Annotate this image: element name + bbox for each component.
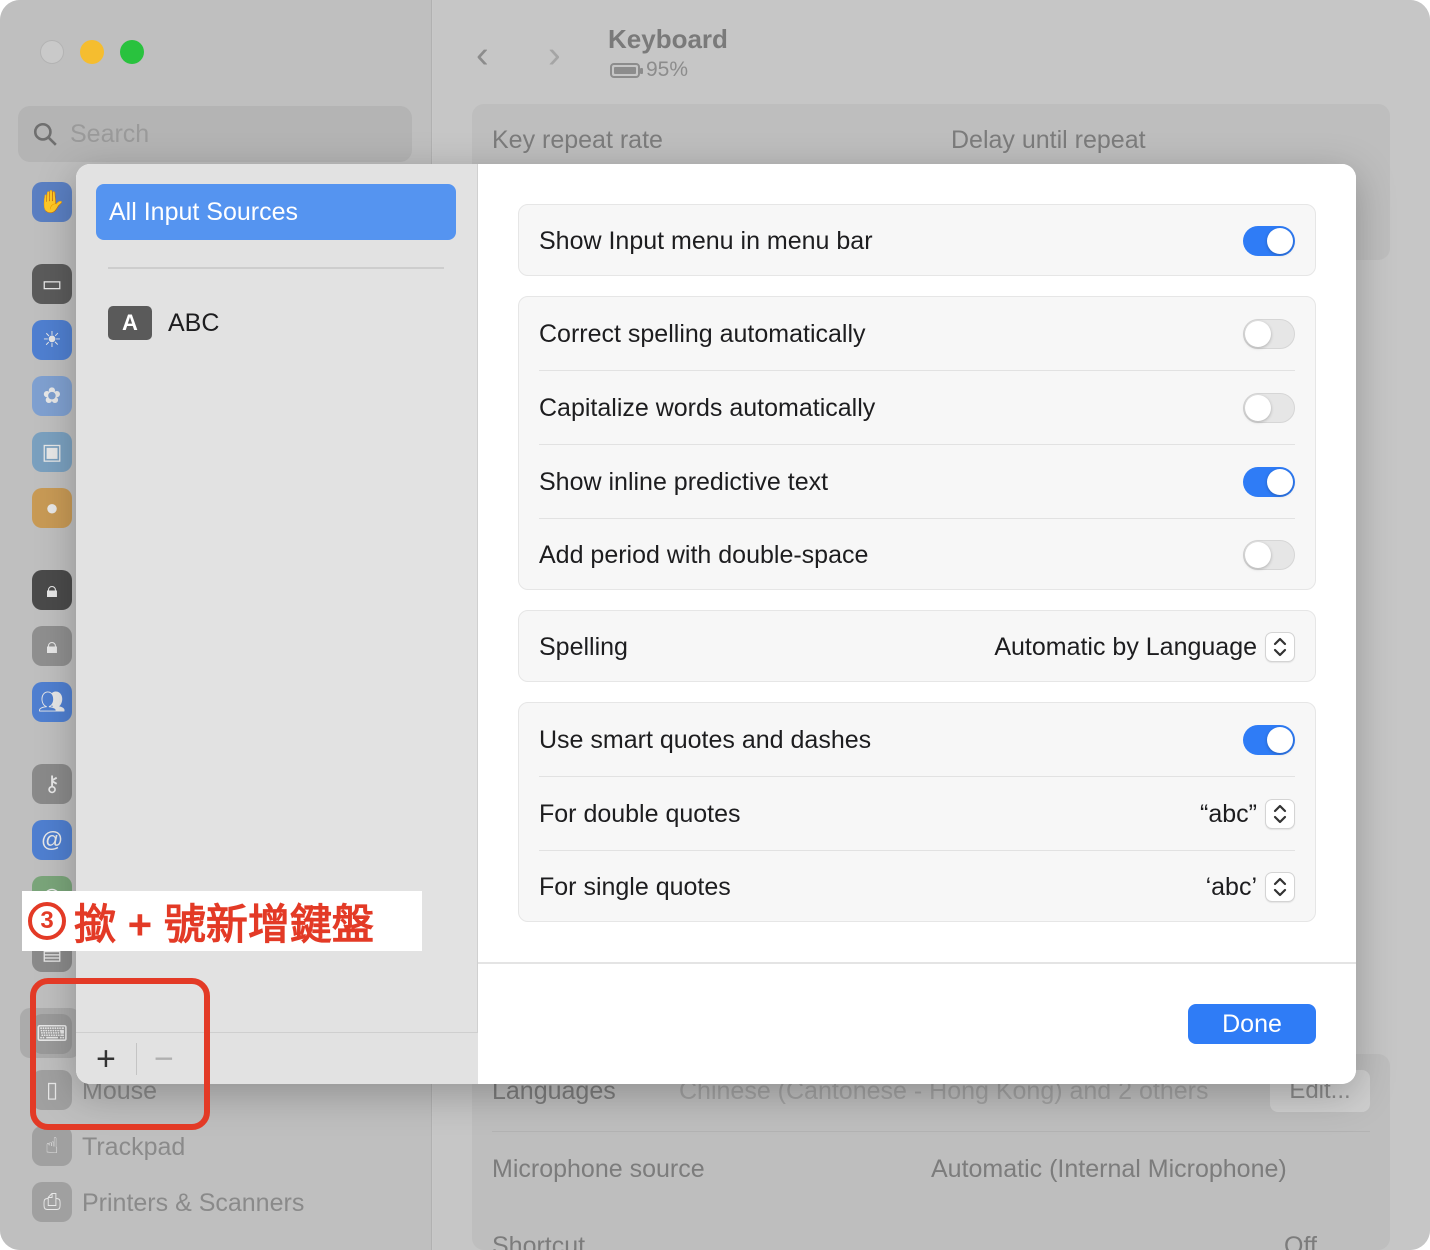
double-quotes-value: “abc” bbox=[1200, 799, 1257, 828]
spelling-label: Spelling bbox=[539, 632, 628, 661]
all-input-sources-item[interactable]: All Input Sources bbox=[96, 184, 456, 240]
correct-spelling-row: Correct spelling automatically bbox=[539, 297, 1295, 371]
inline-predictive-label: Show inline predictive text bbox=[539, 467, 829, 496]
close-window-button[interactable] bbox=[40, 40, 64, 64]
battery-percent: 95% bbox=[646, 58, 689, 81]
internet-accounts-icon[interactable]: @ bbox=[32, 820, 72, 860]
battery-status: 95% bbox=[610, 58, 688, 82]
add-period-toggle[interactable] bbox=[1243, 540, 1295, 570]
divider bbox=[492, 1131, 1370, 1132]
shortcut-label: Shortcut bbox=[492, 1232, 586, 1250]
microphone-source-label: Microphone source bbox=[492, 1155, 705, 1183]
single-quotes-value: ‘abc’ bbox=[1205, 872, 1257, 901]
add-period-label: Add period with double-space bbox=[539, 540, 869, 569]
privacy-icon[interactable]: 🔒︎ bbox=[32, 626, 72, 666]
delay-until-repeat-label: Delay until repeat bbox=[951, 126, 1146, 154]
input-source-abc[interactable]: A ABC bbox=[108, 306, 219, 340]
maximize-window-button[interactable] bbox=[120, 40, 144, 64]
divider bbox=[478, 962, 1356, 964]
annotation-label: 3 撳 + 號新增鍵盤 bbox=[22, 891, 422, 951]
done-button[interactable]: Done bbox=[1188, 1004, 1316, 1044]
shortcut-value[interactable]: Off bbox=[1284, 1232, 1317, 1250]
display-icon[interactable]: ▭ bbox=[32, 264, 72, 304]
smart-quotes-label: Use smart quotes and dashes bbox=[539, 725, 872, 754]
spelling-popup[interactable]: Automatic by Language bbox=[994, 632, 1295, 662]
brightness-icon[interactable]: ☀ bbox=[32, 320, 72, 360]
forward-arrow-icon[interactable]: › bbox=[548, 34, 561, 77]
chevron-up-down-icon bbox=[1265, 632, 1295, 662]
system-settings-window: Search ✋ ▭ ☀ ✿ ▣ ● 🔒︎ 🔒︎ 👥︎ ⚷ @ ◉ ▤ ⌨ ▯ … bbox=[0, 0, 1430, 1250]
step-number-badge: 3 bbox=[28, 902, 66, 940]
smart-quotes-toggle[interactable] bbox=[1243, 725, 1295, 755]
screensaver-icon[interactable]: ✿ bbox=[32, 376, 72, 416]
search-input[interactable]: Search bbox=[18, 106, 412, 162]
printer-icon: ⎙ bbox=[32, 1182, 72, 1222]
double-quotes-popup[interactable]: “abc” bbox=[1200, 799, 1295, 829]
inline-predictive-toggle[interactable] bbox=[1243, 467, 1295, 497]
lock-screen-icon[interactable]: 🔒︎ bbox=[32, 570, 72, 610]
search-icon bbox=[33, 122, 57, 146]
capitalize-words-label: Capitalize words automatically bbox=[539, 393, 876, 422]
capitalize-words-row: Capitalize words automatically bbox=[539, 371, 1295, 445]
correct-spelling-label: Correct spelling automatically bbox=[539, 319, 866, 348]
typing-options-card: Correct spelling automatically Capitaliz… bbox=[518, 296, 1316, 590]
smart-quotes-card: Use smart quotes and dashes For double q… bbox=[518, 702, 1316, 922]
page-title: Keyboard bbox=[608, 24, 728, 54]
double-quotes-row: For double quotes “abc” bbox=[539, 777, 1295, 851]
chevron-up-down-icon bbox=[1265, 799, 1295, 829]
microphone-source-value[interactable]: Automatic (Internal Microphone) bbox=[931, 1155, 1287, 1184]
single-quotes-row: For single quotes ‘abc’ bbox=[539, 851, 1295, 923]
wallpaper-icon[interactable]: ▣ bbox=[32, 432, 72, 472]
users-icon[interactable]: 👥︎ bbox=[32, 682, 72, 722]
divider bbox=[108, 267, 444, 269]
single-quotes-label: For single quotes bbox=[539, 872, 731, 901]
correct-spelling-toggle[interactable] bbox=[1243, 319, 1295, 349]
search-placeholder: Search bbox=[70, 119, 150, 148]
spelling-card: Spelling Automatic by Language bbox=[518, 610, 1316, 682]
show-input-menu-label: Show Input menu in menu bar bbox=[539, 226, 873, 255]
smart-quotes-row: Use smart quotes and dashes bbox=[539, 703, 1295, 777]
sidebar-item-printers-scanners[interactable]: Printers & Scanners bbox=[82, 1189, 304, 1218]
input-source-label: ABC bbox=[168, 308, 220, 337]
trackpad-icon: ☝ bbox=[32, 1126, 72, 1166]
minimize-window-button[interactable] bbox=[80, 40, 104, 64]
annotation-text: 撳 + 號新增鍵盤 bbox=[74, 900, 374, 948]
abc-input-icon: A bbox=[108, 306, 152, 340]
chevron-up-down-icon bbox=[1265, 872, 1295, 902]
annotation-highlight-box bbox=[30, 978, 210, 1130]
spelling-value: Automatic by Language bbox=[994, 632, 1257, 661]
back-arrow-icon[interactable]: ‹ bbox=[476, 34, 489, 77]
capitalize-words-toggle[interactable] bbox=[1243, 393, 1295, 423]
single-quotes-popup[interactable]: ‘abc’ bbox=[1206, 872, 1295, 902]
input-menu-card: Show Input menu in menu bar bbox=[518, 204, 1316, 276]
spelling-row: Spelling Automatic by Language bbox=[539, 611, 1295, 683]
sidebar-item-trackpad[interactable]: Trackpad bbox=[82, 1133, 185, 1162]
battery-icon bbox=[610, 62, 643, 78]
passwords-icon[interactable]: ⚷ bbox=[32, 764, 72, 804]
inline-predictive-row: Show inline predictive text bbox=[539, 445, 1295, 519]
add-period-row: Add period with double-space bbox=[539, 519, 1295, 591]
notifications-icon[interactable]: ● bbox=[32, 488, 72, 528]
show-input-menu-row: Show Input menu in menu bar bbox=[539, 205, 1295, 277]
show-input-menu-toggle[interactable] bbox=[1243, 226, 1295, 256]
input-source-settings: Show Input menu in menu bar Correct spel… bbox=[478, 164, 1356, 1084]
key-repeat-label: Key repeat rate bbox=[492, 126, 663, 154]
double-quotes-label: For double quotes bbox=[539, 799, 741, 828]
hand-icon[interactable]: ✋ bbox=[32, 182, 72, 222]
